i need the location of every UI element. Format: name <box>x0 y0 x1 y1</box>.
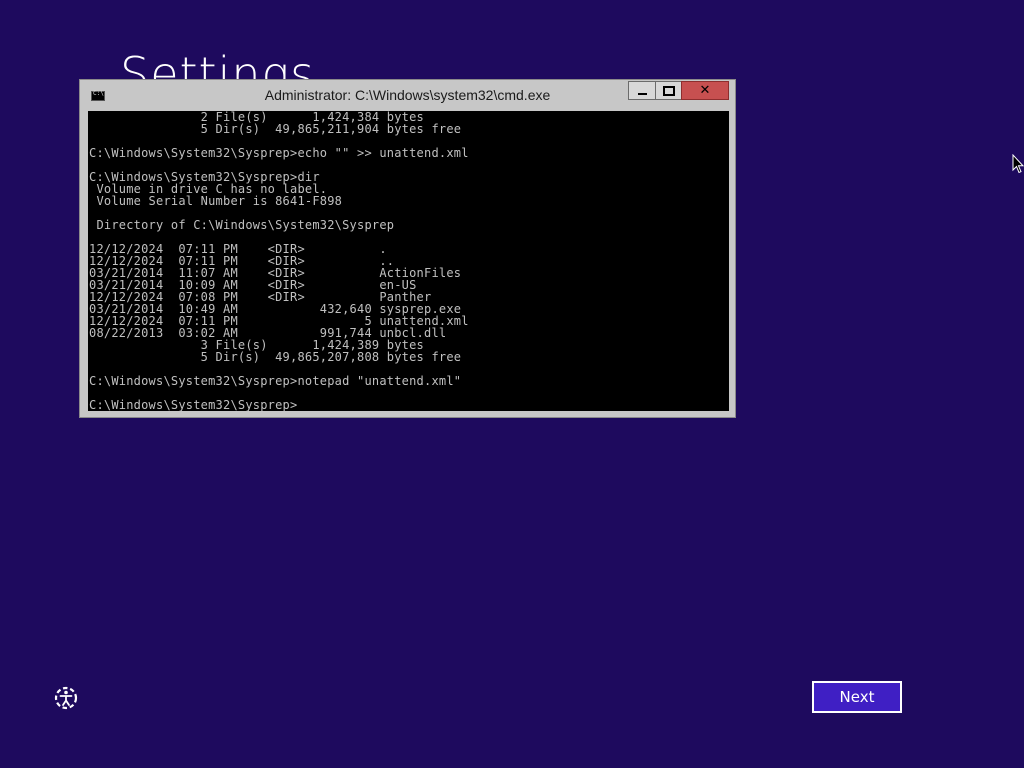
mouse-pointer-icon <box>1012 154 1024 174</box>
close-button[interactable]: ✕ <box>681 81 729 100</box>
console-text: 2 File(s) 1,424,384 bytes 5 Dir(s) 49,86… <box>89 111 469 411</box>
cmd-window[interactable]: Administrator: C:\Windows\system32\cmd.e… <box>79 79 736 418</box>
close-icon: ✕ <box>699 83 711 98</box>
minimize-button[interactable] <box>628 81 656 100</box>
minimize-icon <box>637 92 647 95</box>
maximize-icon <box>662 85 675 96</box>
maximize-button[interactable] <box>655 81 682 100</box>
window-controls: ✕ <box>628 81 729 101</box>
ease-of-access-icon[interactable] <box>52 684 80 712</box>
cmd-titlebar[interactable]: Administrator: C:\Windows\system32\cmd.e… <box>80 80 735 110</box>
console-output[interactable]: 2 File(s) 1,424,384 bytes 5 Dir(s) 49,86… <box>88 111 729 411</box>
next-button[interactable]: Next <box>812 681 902 713</box>
